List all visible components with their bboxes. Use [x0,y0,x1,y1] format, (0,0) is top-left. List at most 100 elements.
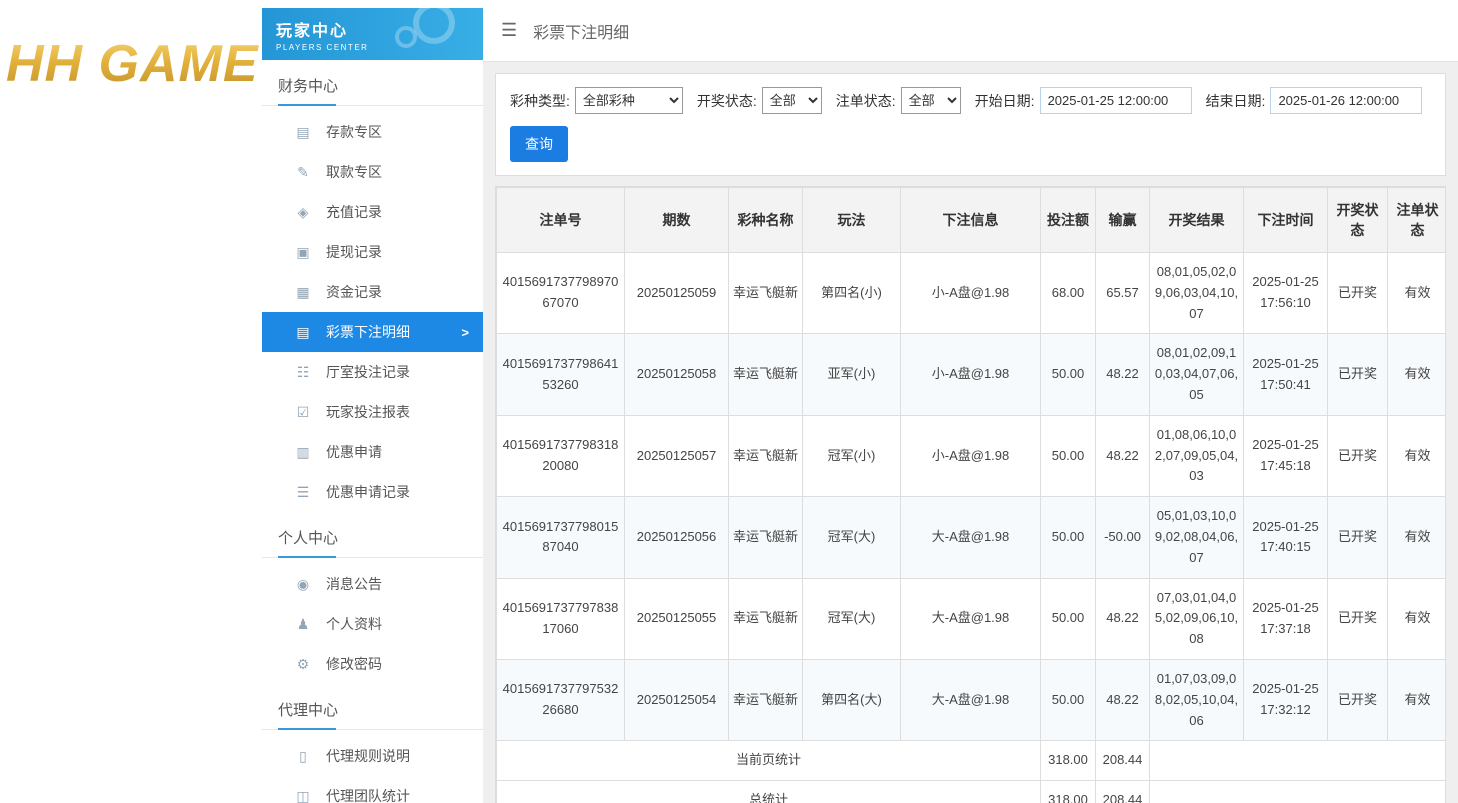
section-title-agent: 代理中心 [262,684,483,730]
cell-draw-status: 已开奖 [1328,415,1388,496]
sidebar: 玩家中心 PLAYERS CENTER 财务中心 ▤ 存款专区 ✎ 取款专区 ◈… [262,0,483,803]
draw-status-select[interactable]: 全部 [762,87,822,114]
cell-play: 冠军(大) [803,497,901,578]
section-title-finance: 财务中心 [262,60,483,106]
sidebar-item-label: 代理团队统计 [326,786,410,803]
cell-time: 2025-01-25 17:56:10 [1244,253,1328,334]
players-center-subtitle: PLAYERS CENTER [276,43,483,52]
cell-bet-info: 大-A盘@1.98 [901,659,1041,740]
sidebar-item-label: 修改密码 [326,654,382,674]
sidebar-item-label: 充值记录 [326,202,382,222]
hamburger-menu-icon[interactable]: ☰ [501,20,517,41]
cell-period: 20250125056 [625,497,729,578]
cell-period: 20250125058 [625,334,729,415]
sidebar-item-label: 厅室投注记录 [326,362,410,382]
bet-details-table-panel: 注单号 期数 彩种名称 玩法 下注信息 投注额 输赢 开奖结果 下注时间 开奖状… [495,186,1446,803]
cell-play: 冠军(小) [803,415,901,496]
cell-play: 第四名(大) [803,659,901,740]
sidebar-item-label: 存款专区 [326,122,382,142]
cell-draw-status: 已开奖 [1328,253,1388,334]
page: HH GAME 玩家中心 PLAYERS CENTER 财务中心 ▤ 存款专区 … [0,0,1458,803]
lottery-type-select[interactable]: 全部彩种 [575,87,683,114]
filter-panel: 彩种类型: 全部彩种 开奖状态: 全部 注单状态: [495,73,1446,176]
sidebar-item-label: 玩家投注报表 [326,402,410,422]
promo-application-records-icon: ☰ [294,484,312,501]
table-row: 401569173779897067070 20250125059 幸运飞艇新 … [497,253,1447,334]
cell-result: 07,03,01,04,05,02,09,06,10,08 [1150,578,1244,659]
cell-draw-status: 已开奖 [1328,578,1388,659]
cell-bet-status: 有效 [1388,659,1447,740]
sidebar-item-label: 资金记录 [326,282,382,302]
page-summary-win-loss: 208.44 [1096,741,1150,781]
cell-result: 05,01,03,10,09,02,08,04,06,07 [1150,497,1244,578]
sidebar-item-withdrawal-records[interactable]: ▣ 提现记录 [262,232,483,272]
withdrawal-records-icon: ▣ [294,244,312,261]
chevron-right-icon: > [461,325,469,340]
funds-records-icon: ▦ [294,284,312,301]
sidebar-item-withdraw-zone[interactable]: ✎ 取款专区 [262,152,483,192]
cell-lottery: 幸运飞艇新 [729,253,803,334]
cell-win-loss: 48.22 [1096,578,1150,659]
cell-draw-status: 已开奖 [1328,497,1388,578]
cell-bet-info: 大-A盘@1.98 [901,578,1041,659]
sidebar-item-hall-bet-records[interactable]: ☷ 厅室投注记录 [262,352,483,392]
sidebar-item-funds-records[interactable]: ▦ 资金记录 [262,272,483,312]
main-area: ☰ 彩票下注明细 彩种类型: 全部彩种 开奖状态: 全部 [483,0,1458,803]
col-draw-status: 开奖状态 [1328,188,1388,253]
cell-bet-no: 401569173779783817060 [497,578,625,659]
cell-bet-info: 大-A盘@1.98 [901,497,1041,578]
brand-area: HH GAME [0,0,262,803]
cell-bet-status: 有效 [1388,415,1447,496]
sidebar-item-profile[interactable]: ♟ 个人资料 [262,604,483,644]
cell-bet-no: 401569173779864153260 [497,334,625,415]
profile-icon: ♟ [294,616,312,633]
sidebar-item-label: 彩票下注明细 [326,322,410,342]
sidebar-item-promo-application[interactable]: ▥ 优惠申请 [262,432,483,472]
sidebar-item-label: 优惠申请记录 [326,482,410,502]
total-summary-row: 总统计 318.00 208.44 [497,781,1447,803]
cell-lottery: 幸运飞艇新 [729,659,803,740]
cell-bet-status: 有效 [1388,578,1447,659]
cell-bet-info: 小-A盘@1.98 [901,253,1041,334]
sidebar-item-player-bet-report[interactable]: ☑ 玩家投注报表 [262,392,483,432]
topbar: ☰ 彩票下注明细 [483,0,1458,62]
sidebar-item-label: 提现记录 [326,242,382,262]
sidebar-item-label: 消息公告 [326,574,382,594]
end-date-input[interactable] [1270,87,1422,114]
cell-bet-status: 有效 [1388,253,1447,334]
col-bet-no: 注单号 [497,188,625,253]
recharge-records-icon: ◈ [294,204,312,221]
sidebar-item-messages[interactable]: ◉ 消息公告 [262,564,483,604]
sidebar-item-deposit-zone[interactable]: ▤ 存款专区 [262,112,483,152]
draw-status-label: 开奖状态: [697,91,757,111]
sidebar-item-recharge-records[interactable]: ◈ 充值记录 [262,192,483,232]
cell-bet-info: 小-A盘@1.98 [901,334,1041,415]
col-bet-status: 注单状态 [1388,188,1447,253]
sidebar-item-agent-rules[interactable]: ▯ 代理规则说明 [262,736,483,776]
table-row: 401569173779801587040 20250125056 幸运飞艇新 … [497,497,1447,578]
lottery-type-label: 彩种类型: [510,91,570,111]
cell-period: 20250125059 [625,253,729,334]
table-row: 401569173779831820080 20250125057 幸运飞艇新 … [497,415,1447,496]
start-date-input[interactable] [1040,87,1192,114]
bet-status-select[interactable]: 全部 [901,87,961,114]
cell-amount: 68.00 [1041,253,1096,334]
section-title-personal: 个人中心 [262,512,483,558]
cell-lottery: 幸运飞艇新 [729,334,803,415]
cell-time: 2025-01-25 17:50:41 [1244,334,1328,415]
table-header-row: 注单号 期数 彩种名称 玩法 下注信息 投注额 输赢 开奖结果 下注时间 开奖状… [497,188,1447,253]
sidebar-item-promo-application-records[interactable]: ☰ 优惠申请记录 [262,472,483,512]
sidebar-item-agent-team-stats[interactable]: ◫ 代理团队统计 [262,776,483,803]
sidebar-item-lottery-bet-details[interactable]: ▤ 彩票下注明细 > [262,312,483,352]
cell-bet-no: 401569173779801587040 [497,497,625,578]
cell-time: 2025-01-25 17:45:18 [1244,415,1328,496]
cell-bet-no: 401569173779753226680 [497,659,625,740]
cell-lottery: 幸运飞艇新 [729,415,803,496]
col-period: 期数 [625,188,729,253]
col-bet-info: 下注信息 [901,188,1041,253]
cell-period: 20250125054 [625,659,729,740]
table-row: 401569173779783817060 20250125055 幸运飞艇新 … [497,578,1447,659]
cell-win-loss: 48.22 [1096,334,1150,415]
sidebar-item-change-password[interactable]: ⚙ 修改密码 [262,644,483,684]
query-button[interactable]: 查询 [510,126,568,162]
